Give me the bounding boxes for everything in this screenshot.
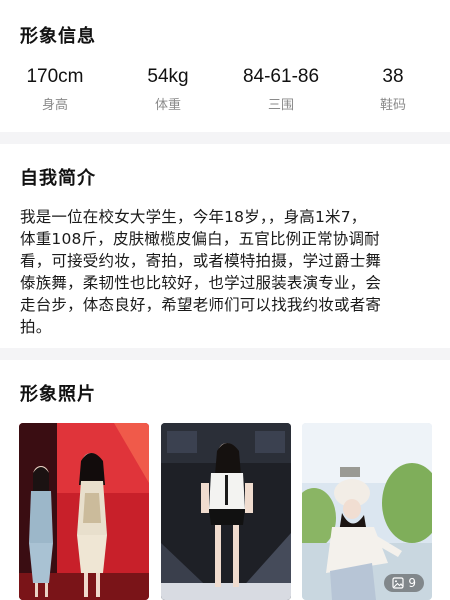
intro-line: 体重108斤，皮肤橄榄皮偏白，五官比例正常协调耐: [20, 230, 380, 248]
stage-photo-image: [19, 423, 149, 600]
intro-section-title: 自我简介: [20, 168, 96, 189]
stat-value: 38: [382, 66, 404, 87]
photo-thumbnail[interactable]: [161, 423, 291, 600]
image-gallery-icon: [392, 577, 404, 589]
photos-section: 形象照片 9: [0, 360, 450, 600]
stat-shoe-size: 38 鞋码: [338, 64, 448, 116]
photo-thumbnail[interactable]: 9: [302, 423, 432, 600]
intro-line: 走台步，体态良好，希望老师们可以找我约妆或者寄: [20, 296, 382, 314]
photo-count-badge: 9: [384, 574, 424, 592]
stat-value: 170cm: [26, 66, 84, 87]
intro-line: 拍。: [20, 318, 52, 336]
photo-thumbnail[interactable]: [19, 423, 149, 600]
photos-section-title: 形象照片: [20, 384, 96, 405]
stat-value: 84-61-86: [242, 66, 320, 87]
intro-line: 看，可接受约妆，寄拍，或者模特拍摄，学过爵士舞: [20, 252, 382, 270]
stat-measurements: 84-61-86 三围: [226, 64, 336, 116]
stat-value: 54kg: [147, 66, 189, 87]
stat-label: 体重: [154, 98, 181, 113]
intro-line: 傣族舞，柔韧性也比较好，也学过服装表演专业，会: [20, 274, 382, 292]
stat-weight: 54kg 体重: [113, 64, 223, 116]
profile-section-title: 形象信息: [20, 26, 96, 47]
intro-section: 自我简介 我是一位在校女大学生，今年18岁，，身高1米7， 体重108斤，皮肤橄…: [0, 144, 450, 348]
intro-text: 我是一位在校女大学生，今年18岁，，身高1米7， 体重108斤，皮肤橄榄皮偏白，…: [20, 206, 432, 338]
stat-label: 鞋码: [379, 98, 406, 113]
stats-row: 170cm 身高 54kg 体重 84-61-86 三围 38 鞋码: [0, 64, 450, 120]
profile-info-section: 形象信息 170cm 身高 54kg 体重 84-61-86 三围 38 鞋码: [0, 0, 450, 132]
stat-label: 身高: [41, 98, 68, 113]
intro-line: 我是一位在校女大学生，今年18岁，，身高1米7，: [20, 208, 367, 226]
stat-label: 三围: [267, 98, 294, 113]
stage-photo-image: [161, 423, 291, 600]
photo-count: 9: [408, 576, 416, 590]
stat-height: 170cm 身高: [0, 64, 110, 116]
